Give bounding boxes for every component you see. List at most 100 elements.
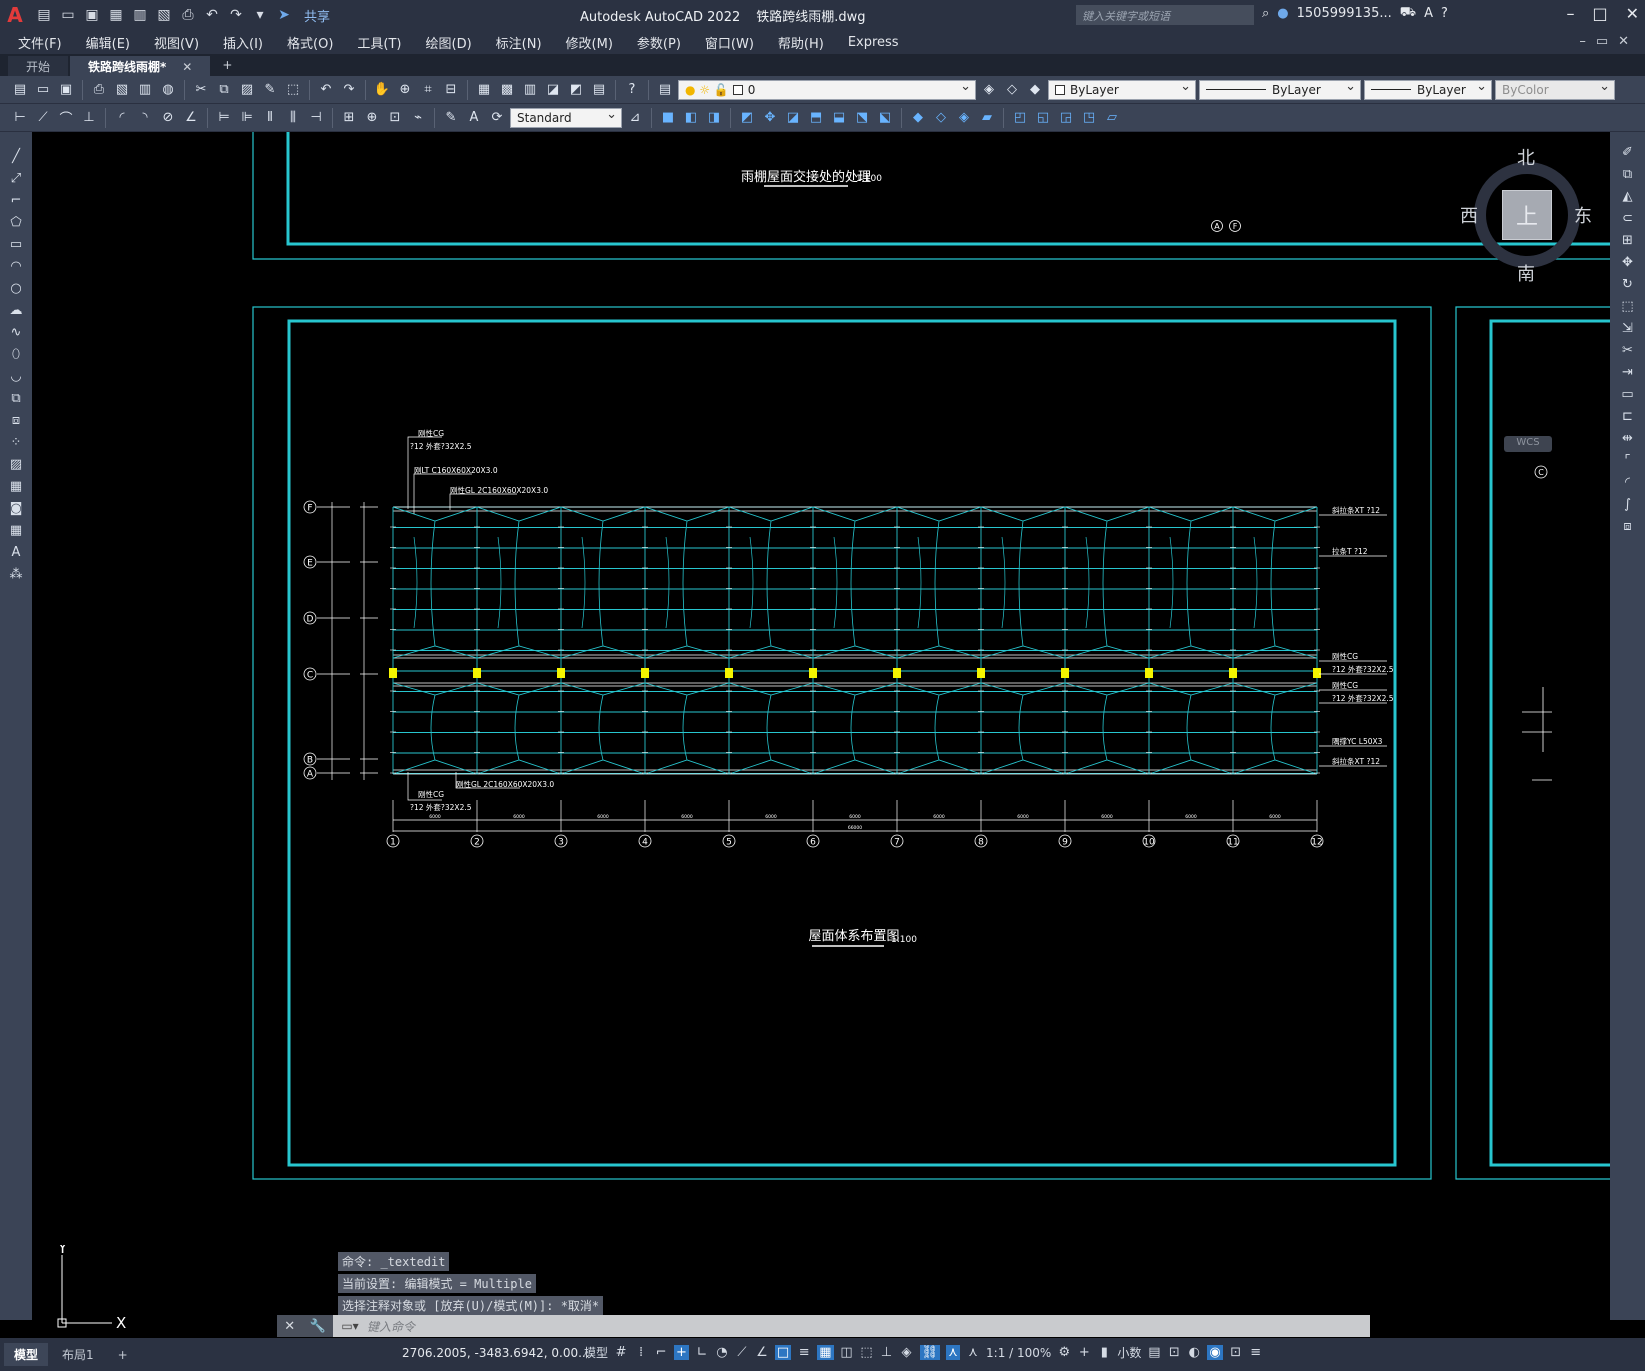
recent-commands-icon[interactable]: ▭▾	[333, 1319, 367, 1333]
tab-start[interactable]: 开始	[8, 56, 69, 76]
section-icon[interactable]: ⬕	[875, 108, 895, 128]
customize-command-line-icon[interactable]: 🔧	[310, 1319, 326, 1334]
line-icon[interactable]: ╱	[6, 146, 26, 166]
polygon-icon[interactable]: ⬠	[6, 212, 26, 232]
menu-file[interactable]: 文件(F)	[18, 33, 62, 52]
share-icon[interactable]: ➤	[274, 5, 294, 25]
array-icon[interactable]: ⊞	[1618, 230, 1638, 250]
box-icon[interactable]: ■	[658, 108, 678, 128]
menu-edit[interactable]: 编辑(E)	[86, 33, 130, 52]
viewcube-top-face[interactable]: 上	[1502, 190, 1552, 240]
rectangle-icon[interactable]: ▭	[6, 234, 26, 254]
center-mark-icon[interactable]: ⊕	[362, 108, 382, 128]
table-icon[interactable]: ▦	[6, 520, 26, 540]
minimize-icon[interactable]: –	[1566, 4, 1574, 23]
join-icon[interactable]: ⇹	[1618, 428, 1638, 448]
linetype-dropdown[interactable]: ByLayer	[1199, 79, 1361, 100]
publish-icon[interactable]: ▥	[130, 5, 150, 25]
add-selected-icon[interactable]: ⁂	[6, 564, 26, 584]
ellipse-arc-icon[interactable]: ◡	[6, 366, 26, 386]
isodraft-icon[interactable]: ⟋	[735, 1345, 749, 1360]
close-icon[interactable]: ✕	[1626, 4, 1639, 23]
search-icon[interactable]: ⌕	[1262, 6, 1269, 21]
dim-edit-icon[interactable]: ✎	[441, 108, 461, 128]
break-icon[interactable]: ⊏	[1618, 406, 1638, 426]
3d-osnap-icon[interactable]: ⬚	[860, 1345, 874, 1360]
compass-west[interactable]: 西	[1460, 202, 1478, 228]
dim-break-icon[interactable]: ⊣	[306, 108, 326, 128]
polar-icon[interactable]: ◔	[715, 1345, 729, 1360]
quick-dim-icon[interactable]: ⊨	[214, 108, 234, 128]
trim-icon[interactable]: ✂	[1618, 340, 1638, 360]
break-point-icon[interactable]: ▭	[1618, 384, 1638, 404]
spline-icon[interactable]: ∿	[6, 322, 26, 342]
continue-dim-icon[interactable]: ⫴	[260, 108, 280, 128]
save-as-icon[interactable]: ▦	[106, 5, 126, 25]
compass-south[interactable]: 南	[1517, 260, 1535, 286]
paste-icon[interactable]: ▨	[237, 80, 257, 100]
ortho-icon[interactable]: ∟	[695, 1345, 709, 1360]
new-file-icon[interactable]: ▤	[34, 5, 54, 25]
move-3d-icon[interactable]: ✥	[760, 108, 780, 128]
jogged-dim-icon[interactable]: ◝	[135, 108, 155, 128]
menu-express[interactable]: Express	[848, 35, 899, 50]
extend-icon[interactable]: ⇥	[1618, 362, 1638, 382]
union-icon[interactable]: ◧	[681, 108, 701, 128]
maximize-icon[interactable]: □	[1592, 4, 1607, 23]
osnap-icon[interactable]: □	[774, 1345, 792, 1360]
design-center-icon[interactable]: ▩	[497, 80, 517, 100]
quick-properties-icon[interactable]: ▤	[1147, 1345, 1161, 1360]
annotation-monitor-icon[interactable]: +	[1077, 1345, 1091, 1360]
properties-icon[interactable]: ▦	[474, 80, 494, 100]
tolerance-icon[interactable]: ⊞	[339, 108, 359, 128]
layer-states-icon[interactable]: ◆	[1025, 80, 1045, 100]
chamfer-edge-icon[interactable]: ◱	[1033, 108, 1053, 128]
menu-modify[interactable]: 修改(M)	[566, 33, 613, 52]
rotate-icon[interactable]: ↻	[1618, 274, 1638, 294]
mirror-3d-icon[interactable]: ⬓	[829, 108, 849, 128]
linear-dim-icon[interactable]: ⊢	[10, 108, 30, 128]
command-input[interactable]: 键入命令	[367, 1318, 415, 1335]
tool-palettes-icon[interactable]: ▥	[520, 80, 540, 100]
baseline-dim-icon[interactable]: ⊫	[237, 108, 257, 128]
plot-icon[interactable]: ⎙	[178, 5, 198, 25]
copy-icon[interactable]: ⧉	[214, 80, 234, 100]
block-editor-icon[interactable]: ⬚	[283, 80, 303, 100]
offset-edge-icon[interactable]: ◲	[1056, 108, 1076, 128]
grid-icon[interactable]: #	[614, 1345, 628, 1360]
slice-icon[interactable]: ◇	[931, 108, 951, 128]
dim-space-icon[interactable]: ⫼	[283, 108, 303, 128]
dim-text-edit-icon[interactable]: A	[464, 108, 484, 128]
menu-parametric[interactable]: 参数(P)	[637, 33, 681, 52]
thicken-icon[interactable]: ▰	[977, 108, 997, 128]
menu-format[interactable]: 格式(O)	[287, 33, 333, 52]
open-file-icon[interactable]: ▭	[58, 5, 78, 25]
text-style-dropdown[interactable]: Standard	[510, 107, 622, 128]
lineweight-dropdown[interactable]: ByLayer	[1364, 79, 1492, 100]
inspect-icon[interactable]: ⊡	[385, 108, 405, 128]
search-input[interactable]: 键入关键字或短语	[1076, 5, 1254, 25]
new-tab-button[interactable]: +	[212, 56, 242, 76]
cursor-coordinates[interactable]: 2706.2005, -3483.6942, 0.00...	[402, 1346, 590, 1360]
share-label[interactable]: 共享	[304, 6, 330, 25]
offset-icon[interactable]: ⊂	[1618, 208, 1638, 228]
polyline-icon[interactable]: ⌐	[6, 190, 26, 210]
qnew-icon[interactable]: ▤	[10, 80, 30, 100]
compass-north[interactable]: 北	[1517, 144, 1535, 170]
annotation-scale-icon[interactable]: ⋏	[966, 1345, 980, 1360]
explode-icon[interactable]: ⧈	[1618, 516, 1638, 536]
make-current-icon[interactable]: ◈	[979, 80, 999, 100]
match-properties-icon[interactable]: ✎	[260, 80, 280, 100]
arc-icon[interactable]: ◠	[6, 256, 26, 276]
fillet-icon[interactable]: ◜	[1618, 472, 1638, 492]
annotation-autoscale-icon[interactable]: ⋏	[946, 1345, 961, 1360]
infer-icon[interactable]: ⌐	[654, 1345, 668, 1360]
layer-previous-icon[interactable]: ◇	[1002, 80, 1022, 100]
publish-icon[interactable]: ▥	[135, 80, 155, 100]
shell-icon[interactable]: ◆	[908, 108, 928, 128]
dim-style-icon[interactable]: ⊿	[625, 108, 645, 128]
erase-icon[interactable]: ✐	[1618, 142, 1638, 162]
move-icon[interactable]: ✥	[1618, 252, 1638, 272]
zoom-realtime-icon[interactable]: ⊕	[395, 80, 415, 100]
close-command-line-icon[interactable]: ✕	[284, 1319, 295, 1334]
